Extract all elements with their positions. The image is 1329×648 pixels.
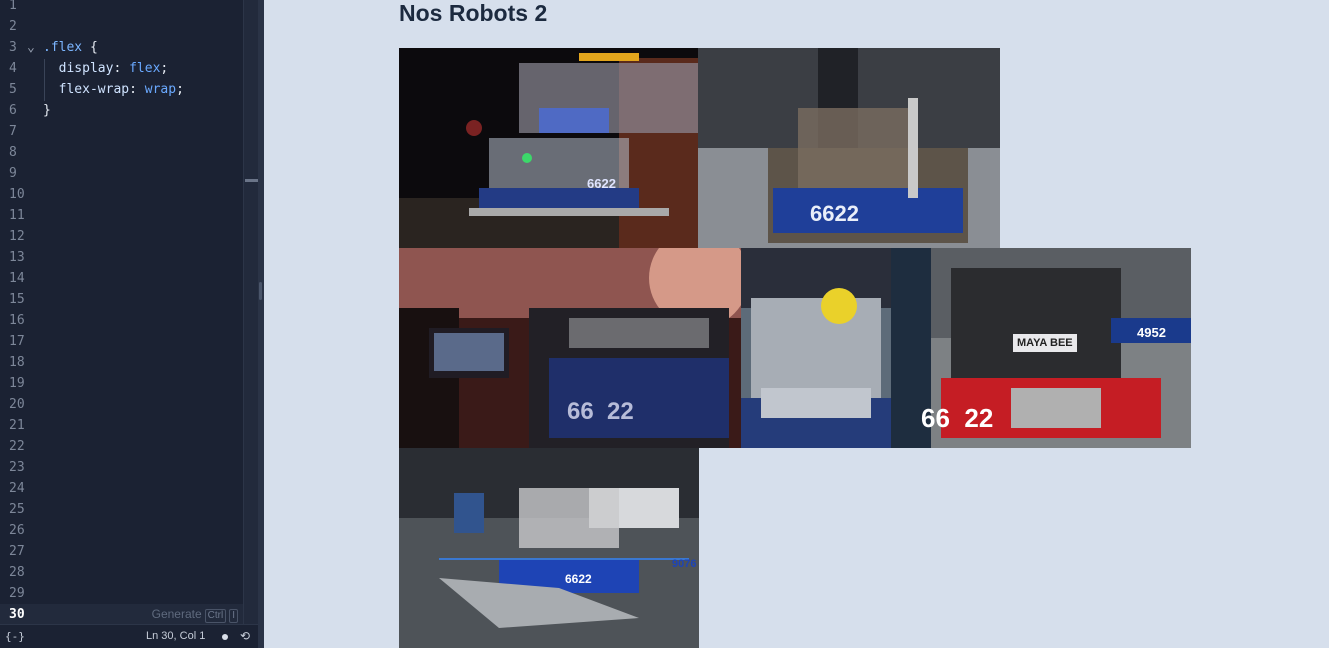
editor-line[interactable]: 19 (0, 373, 243, 394)
line-number: 24 (9, 481, 25, 496)
line-number: 13 (9, 250, 25, 265)
editor-line[interactable]: 5 flex-wrap: wrap; (0, 79, 243, 100)
code-text[interactable]: flex-wrap: wrap; (43, 79, 184, 100)
editor-line[interactable]: 6} (0, 100, 243, 121)
line-number: 2 (9, 19, 17, 34)
line-number: 21 (9, 418, 25, 433)
robot-photo-5: 66 22 MAYA BEE 4952 (891, 248, 1191, 448)
photo-3-caption: 66 22 (567, 398, 634, 425)
line-number: 20 (9, 397, 25, 412)
editor-line[interactable]: 25 (0, 499, 243, 520)
line-number: 12 (9, 229, 25, 244)
editor-line[interactable]: 18 (0, 352, 243, 373)
line-number: 4 (9, 61, 17, 76)
editor-line[interactable]: 2 (0, 16, 243, 37)
editor-line[interactable]: 27 (0, 541, 243, 562)
robot-photo-2: 6622 (698, 48, 1000, 248)
editor-line[interactable]: 23 (0, 457, 243, 478)
line-number: 15 (9, 292, 25, 307)
line-number: 16 (9, 313, 25, 328)
code-text[interactable]: .flex { (43, 37, 98, 58)
editor-line[interactable]: 20 (0, 394, 243, 415)
robot-photo-3: 66 22 (399, 248, 741, 448)
editor-line[interactable]: 24 (0, 478, 243, 499)
editor-line[interactable]: 21 (0, 415, 243, 436)
line-number: 9 (9, 166, 17, 181)
editor-line[interactable]: 14 (0, 268, 243, 289)
line-number: 19 (9, 376, 25, 391)
line-number: 8 (9, 145, 17, 160)
photo-5-plate: MAYA BEE (1013, 334, 1077, 352)
shortcut-key: Ctrl (204, 609, 227, 623)
editor-line[interactable]: 26 (0, 520, 243, 541)
photo-5-caption: 66 22 (921, 403, 994, 433)
line-number: 3 (9, 40, 17, 55)
line-number: 22 (9, 439, 25, 454)
line-number: 7 (9, 124, 17, 139)
line-number: 18 (9, 355, 25, 370)
editor-line[interactable]: 10 (0, 184, 243, 205)
line-number: 14 (9, 271, 25, 286)
line-number: 11 (9, 208, 25, 223)
line-number: 27 (9, 544, 25, 559)
editor-line[interactable]: 9 (0, 163, 243, 184)
cursor-position: Ln 30, Col 1 (146, 630, 206, 642)
line-number: 10 (9, 187, 25, 202)
editor-line[interactable]: 1 (0, 0, 243, 16)
editor-line[interactable]: 8 (0, 142, 243, 163)
line-number: 25 (9, 502, 25, 517)
line-number: 6 (9, 103, 17, 118)
unsaved-dot-icon (222, 634, 228, 640)
line-number: 23 (9, 460, 25, 475)
code-text[interactable]: display: flex; (43, 58, 169, 79)
editor-line[interactable]: 11 (0, 205, 243, 226)
editor-line[interactable]: 28 (0, 562, 243, 583)
photo-6-caption: 6622 (565, 572, 592, 586)
code-editor[interactable]: 1 2 3 ⌄ .flex {4 display: flex; 5 flex-wrap: … (0, 0, 258, 648)
robot-photo-1: 6622 (399, 48, 698, 248)
line-number: 30 (9, 607, 25, 622)
editor-scrollbar[interactable] (243, 0, 258, 624)
photo-2-caption: 6622 (810, 201, 859, 226)
editor-scrollbar-thumb[interactable] (245, 179, 258, 182)
line-number: 1 (9, 0, 17, 13)
line-number: 5 (9, 82, 17, 97)
language-mode-icon[interactable]: {-} (5, 630, 25, 643)
photo-1-caption: 6622 (587, 176, 616, 191)
photo-5-side-number: 4952 (1137, 325, 1166, 340)
page-title: Nos Robots 2 (399, 0, 548, 26)
fold-chevron-icon[interactable]: ⌄ (27, 37, 35, 58)
robot-photo-4 (741, 248, 891, 448)
editor-text-area[interactable]: 1 2 3 ⌄ .flex {4 display: flex; 5 flex-wrap: … (0, 0, 243, 624)
robot-photo-6: 6622 9076 (399, 448, 699, 648)
photo-6-side-number: 9076 (672, 558, 697, 570)
editor-line[interactable]: 15 (0, 289, 243, 310)
editor-line[interactable]: 13 (0, 247, 243, 268)
editor-line[interactable]: 30 Generate Ctrl I (0, 604, 243, 624)
indent-guide (44, 59, 45, 101)
editor-line[interactable]: 17 (0, 331, 243, 352)
editor-line[interactable]: 7 (0, 121, 243, 142)
generate-hint: Generate Ctrl I (152, 604, 238, 624)
editor-line[interactable]: 3 ⌄ .flex { (0, 37, 243, 58)
editor-line[interactable]: 12 (0, 226, 243, 247)
shortcut-key: I (229, 609, 238, 623)
history-icon[interactable]: ⟲ (240, 629, 250, 643)
line-number: 29 (9, 586, 25, 601)
resizer-grip-icon[interactable] (259, 282, 262, 300)
line-number: 17 (9, 334, 25, 349)
preview-pane: Nos Robots 2 6622 6622 66 22 66 22 MAYA … (264, 0, 1329, 648)
editor-line[interactable]: 16 (0, 310, 243, 331)
editor-line[interactable]: 22 (0, 436, 243, 457)
editor-line[interactable]: 29 (0, 583, 243, 604)
editor-status-bar: {-} Ln 30, Col 1 ⟲ (0, 624, 258, 648)
editor-line[interactable]: 4 display: flex; (0, 58, 243, 79)
line-number: 28 (9, 565, 25, 580)
line-number: 26 (9, 523, 25, 538)
code-text[interactable]: } (43, 100, 51, 121)
